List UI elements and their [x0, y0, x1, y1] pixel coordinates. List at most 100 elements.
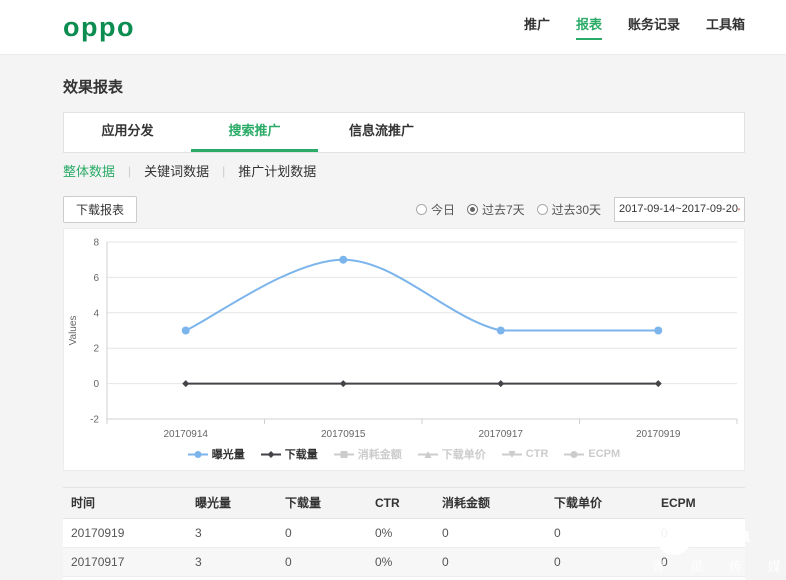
legend-label: CTR — [526, 448, 549, 460]
calendar-icon[interactable] — [738, 203, 740, 216]
chart-legend: 曝光量 下载量消耗金额 下载单价 CTR ECPM — [64, 446, 744, 462]
table-cell: 0 — [653, 547, 745, 576]
subtab-bar: 整体数据 | 关键词数据 | 推广计划数据 — [63, 161, 316, 180]
oppo-logo: oppo — [63, 14, 135, 41]
data-point[interactable] — [654, 327, 662, 335]
radio-past-30-days[interactable]: 过去30天 — [537, 201, 601, 218]
column-header: 消耗金额 — [434, 488, 546, 518]
nav-item-toolbox[interactable]: 工具箱 — [706, 14, 745, 40]
radio-label: 过去7天 — [482, 201, 525, 218]
table-cell: 3 — [187, 547, 277, 576]
table-row: 20170919300%000 — [63, 518, 745, 547]
table-cell: 0% — [367, 518, 434, 547]
chart-svg: -20246820170914201709152017091720170919V… — [64, 229, 744, 444]
svg-text:6: 6 — [93, 273, 99, 284]
data-point[interactable] — [182, 327, 190, 335]
radio-circle-icon[interactable] — [467, 204, 478, 215]
top-navigation-bar: oppo 推广报表账务记录工具箱 — [0, 0, 786, 55]
tab-search-promotion[interactable]: 搜索推广 — [191, 113, 318, 152]
top-nav: 推广报表账务记录工具箱 — [524, 14, 745, 40]
table-row: 20170917300%000 — [63, 547, 745, 576]
table-cell: 20170919 — [63, 518, 187, 547]
table-header-row: 时间曝光量下载量CTR消耗金额下载单价ECPM — [63, 488, 745, 518]
table-cell: 3 — [187, 518, 277, 547]
radio-label: 过去30天 — [552, 201, 601, 218]
data-point[interactable] — [194, 451, 201, 458]
date-range-value: 2017-09-14~2017-09-20 — [619, 203, 738, 215]
nav-item-reports[interactable]: 报表 — [576, 14, 602, 40]
table-cell: 0 — [277, 547, 367, 576]
subtab-divider: | — [128, 164, 131, 178]
date-range-input[interactable]: 2017-09-14~2017-09-20 — [614, 197, 745, 222]
radio-past-7-days[interactable]: 过去7天 — [467, 201, 525, 218]
tab-feed-promotion[interactable]: 信息流推广 — [318, 113, 445, 152]
legend-label: 曝光量 — [212, 446, 245, 462]
nav-item-promotion[interactable]: 推广 — [524, 14, 550, 40]
table-cell: 0 — [434, 547, 546, 576]
tab-app-distribution[interactable]: 应用分发 — [64, 113, 191, 152]
download-report-button[interactable]: 下载报表 — [63, 196, 137, 223]
radio-circle-icon[interactable] — [537, 204, 548, 215]
legend-item-downloads[interactable]: 下载量 — [261, 446, 318, 462]
diamond-marker-icon — [261, 450, 281, 459]
data-point[interactable] — [340, 380, 347, 387]
data-point[interactable] — [655, 380, 662, 387]
data-point[interactable] — [339, 256, 347, 264]
line-chart: -20246820170914201709152017091720170919V… — [64, 229, 744, 449]
subtab-divider: | — [222, 164, 225, 178]
page-title: 效果报表 — [63, 76, 123, 97]
radio-circle-icon[interactable] — [416, 204, 427, 215]
svg-text:20170915: 20170915 — [321, 429, 366, 440]
legend-item-cost[interactable]: 消耗金额 — [334, 446, 402, 462]
subtab-overall-data[interactable]: 整体数据 — [63, 161, 115, 180]
data-point[interactable] — [497, 380, 504, 387]
data-point[interactable] — [182, 380, 189, 387]
report-table: 时间曝光量下载量CTR消耗金额下载单价ECPM20170919300%00020… — [63, 487, 745, 580]
svg-text:20170917: 20170917 — [479, 429, 524, 440]
table-cell: 0 — [653, 518, 745, 547]
nav-item-billing[interactable]: 账务记录 — [628, 14, 680, 40]
column-header: 时间 — [63, 488, 187, 518]
svg-text:-2: -2 — [90, 415, 99, 426]
circle-marker-icon — [188, 450, 208, 459]
column-header: ECPM — [653, 488, 745, 518]
table-cell: 0 — [434, 518, 546, 547]
legend-item-download-price[interactable]: 下载单价 — [418, 446, 486, 462]
legend-label: 下载量 — [285, 446, 318, 462]
data-point[interactable] — [497, 327, 505, 335]
svg-text:0: 0 — [93, 379, 99, 390]
legend-item-exposure[interactable]: 曝光量 — [188, 446, 245, 462]
table-cell: 20170917 — [63, 547, 187, 576]
radio-today[interactable]: 今日 — [416, 201, 455, 218]
triangle-marker-icon — [418, 450, 438, 459]
data-point[interactable] — [571, 451, 578, 458]
legend-item-ctr[interactable]: CTR — [502, 448, 549, 460]
date-filter-group: 今日 过去7天 过去30天 2017-09-14~2017-09-20 — [416, 197, 745, 222]
table-cell: 0 — [546, 547, 653, 576]
table-row-partial — [63, 577, 745, 580]
subtab-keyword-data[interactable]: 关键词数据 — [144, 161, 209, 180]
legend-item-ecpm[interactable]: ECPM — [564, 448, 620, 460]
table-cell: 0% — [367, 547, 434, 576]
date-range-radios: 今日 过去7天 过去30天 — [416, 201, 601, 218]
circle-marker-icon — [564, 450, 584, 459]
subtab-campaign-data[interactable]: 推广计划数据 — [238, 161, 316, 180]
svg-text:Values: Values — [68, 316, 79, 346]
legend-label: 下载单价 — [442, 446, 486, 462]
svg-text:4: 4 — [93, 308, 99, 319]
svg-text:20170919: 20170919 — [636, 429, 681, 440]
series-exposure — [182, 256, 663, 335]
svg-text:2: 2 — [93, 344, 99, 355]
table-cell: 0 — [546, 518, 653, 547]
svg-text:20170914: 20170914 — [164, 429, 209, 440]
table-cell: 0 — [277, 518, 367, 547]
column-header: 曝光量 — [187, 488, 277, 518]
square-marker-icon — [334, 450, 354, 459]
tab-bar: 应用分发搜索推广信息流推广 — [63, 112, 745, 153]
page: oppo 推广报表账务记录工具箱 效果报表 应用分发搜索推广信息流推广 整体数据… — [0, 0, 786, 580]
controls-row: 下载报表 今日 过去7天 过去30天 2017-09-14~2017-09-20 — [63, 195, 745, 223]
data-point[interactable] — [267, 451, 274, 458]
radio-label: 今日 — [431, 201, 455, 218]
column-header: 下载量 — [277, 488, 367, 518]
triangle-down-marker-icon — [502, 450, 522, 459]
